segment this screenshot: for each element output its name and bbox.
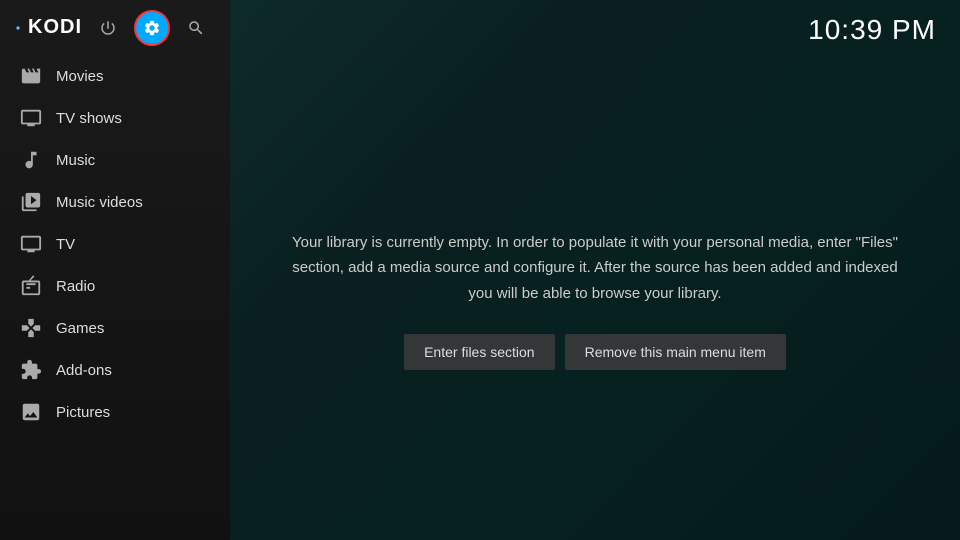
- main-content: 10:39 PM Your library is currently empty…: [230, 0, 960, 540]
- power-button[interactable]: [90, 10, 126, 46]
- settings-icon: [143, 19, 161, 37]
- remove-menu-item-button[interactable]: Remove this main menu item: [565, 334, 786, 370]
- content-area: Your library is currently empty. In orde…: [230, 60, 960, 540]
- action-buttons: Enter files section Remove this main men…: [404, 334, 786, 370]
- addons-icon: [20, 359, 42, 381]
- clock: 10:39 PM: [808, 14, 936, 46]
- musicvideos-label: Music videos: [56, 194, 143, 211]
- sidebar-header: KODI: [0, 0, 230, 55]
- nav-list: Movies TV shows Music Music videos TV: [0, 55, 230, 540]
- pictures-icon: [20, 401, 42, 423]
- sidebar: KODI: [0, 0, 230, 540]
- movies-icon: [20, 65, 42, 87]
- sidebar-item-music[interactable]: Music: [0, 139, 230, 181]
- sidebar-item-pictures[interactable]: Pictures: [0, 391, 230, 433]
- enter-files-button[interactable]: Enter files section: [404, 334, 555, 370]
- settings-button[interactable]: [134, 10, 170, 46]
- search-button[interactable]: [178, 10, 214, 46]
- music-icon: [20, 149, 42, 171]
- addons-label: Add-ons: [56, 362, 112, 379]
- games-label: Games: [56, 320, 104, 337]
- sidebar-item-tvshows[interactable]: TV shows: [0, 97, 230, 139]
- tvshows-icon: [20, 107, 42, 129]
- app-title: KODI: [28, 16, 82, 39]
- pictures-label: Pictures: [56, 404, 110, 421]
- sidebar-item-radio[interactable]: Radio: [0, 265, 230, 307]
- power-icon: [99, 19, 117, 37]
- movies-label: Movies: [56, 68, 104, 85]
- top-bar: 10:39 PM: [230, 0, 960, 60]
- kodi-logo-icon: [16, 12, 20, 44]
- header-icons: [90, 10, 214, 46]
- music-label: Music: [56, 152, 95, 169]
- tv-icon: [20, 233, 42, 255]
- tv-label: TV: [56, 236, 75, 253]
- sidebar-item-addons[interactable]: Add-ons: [0, 349, 230, 391]
- library-message: Your library is currently empty. In orde…: [290, 230, 900, 307]
- sidebar-item-games[interactable]: Games: [0, 307, 230, 349]
- games-icon: [20, 317, 42, 339]
- musicvideos-icon: [20, 191, 42, 213]
- sidebar-item-movies[interactable]: Movies: [0, 55, 230, 97]
- search-icon: [187, 19, 205, 37]
- sidebar-item-musicvideos[interactable]: Music videos: [0, 181, 230, 223]
- radio-label: Radio: [56, 278, 95, 295]
- radio-icon: [20, 275, 42, 297]
- tvshows-label: TV shows: [56, 110, 122, 127]
- sidebar-item-tv[interactable]: TV: [0, 223, 230, 265]
